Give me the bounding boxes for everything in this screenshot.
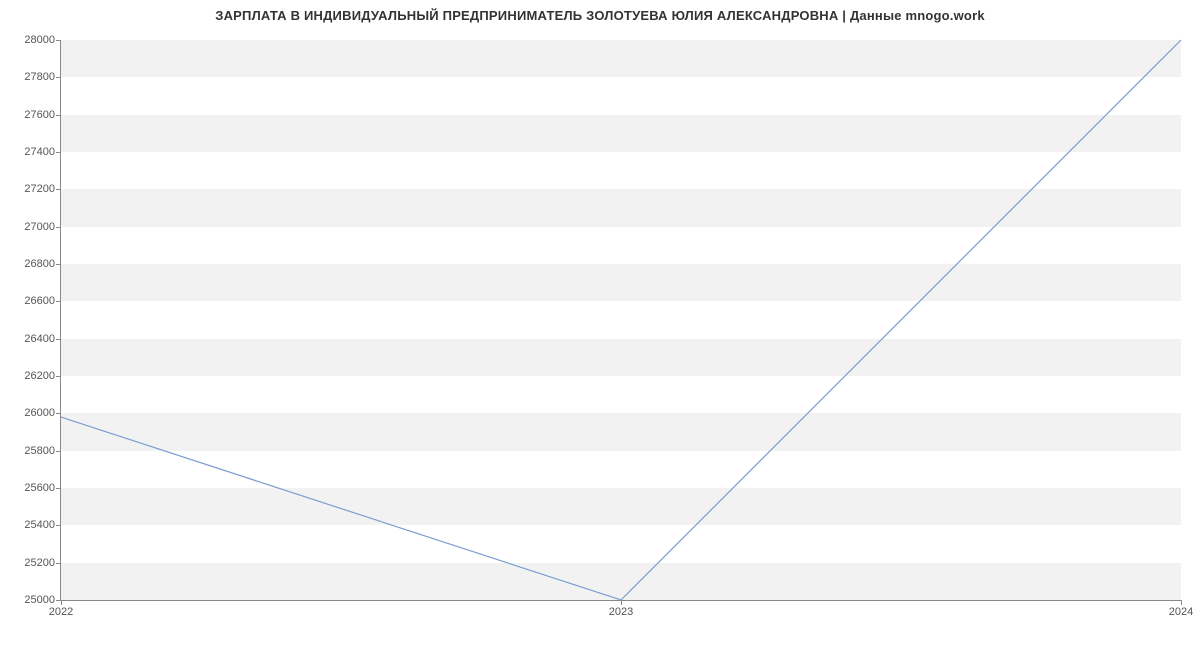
chart-title: ЗАРПЛАТА В ИНДИВИДУАЛЬНЫЙ ПРЕДПРИНИМАТЕЛ… (0, 0, 1200, 23)
y-tick-label: 27600 (24, 109, 55, 121)
y-tick-label: 25200 (24, 557, 55, 569)
y-tick-mark (56, 376, 61, 377)
y-tick-mark (56, 339, 61, 340)
x-tick-mark (61, 600, 62, 605)
y-tick-label: 26400 (24, 333, 55, 345)
x-tick-label: 2023 (609, 606, 633, 618)
y-tick-mark (56, 40, 61, 41)
y-tick-label: 26800 (24, 258, 55, 270)
y-tick-label: 25600 (24, 482, 55, 494)
y-tick-label: 27800 (24, 71, 55, 83)
line-layer (61, 40, 1181, 600)
line-chart: ЗАРПЛАТА В ИНДИВИДУАЛЬНЫЙ ПРЕДПРИНИМАТЕЛ… (0, 0, 1200, 650)
x-tick-mark (621, 600, 622, 605)
y-tick-mark (56, 77, 61, 78)
y-tick-mark (56, 115, 61, 116)
x-tick-label: 2024 (1169, 606, 1193, 618)
y-tick-mark (56, 152, 61, 153)
y-tick-mark (56, 413, 61, 414)
y-tick-label: 28000 (24, 34, 55, 46)
y-tick-mark (56, 488, 61, 489)
x-tick-mark (1181, 600, 1182, 605)
y-tick-label: 27200 (24, 183, 55, 195)
y-tick-mark (56, 451, 61, 452)
y-tick-label: 26000 (24, 407, 55, 419)
y-tick-label: 27400 (24, 146, 55, 158)
y-tick-label: 26600 (24, 295, 55, 307)
y-tick-label: 25000 (24, 594, 55, 606)
y-tick-label: 27000 (24, 221, 55, 233)
y-tick-mark (56, 189, 61, 190)
y-tick-mark (56, 563, 61, 564)
plot-area: 2500025200254002560025800260002620026400… (60, 40, 1181, 601)
y-tick-label: 25800 (24, 445, 55, 457)
x-tick-label: 2022 (49, 606, 73, 618)
y-tick-mark (56, 301, 61, 302)
data-series-line (61, 40, 1181, 600)
y-tick-mark (56, 264, 61, 265)
y-tick-mark (56, 525, 61, 526)
y-tick-mark (56, 227, 61, 228)
y-tick-label: 26200 (24, 370, 55, 382)
y-tick-label: 25400 (24, 519, 55, 531)
